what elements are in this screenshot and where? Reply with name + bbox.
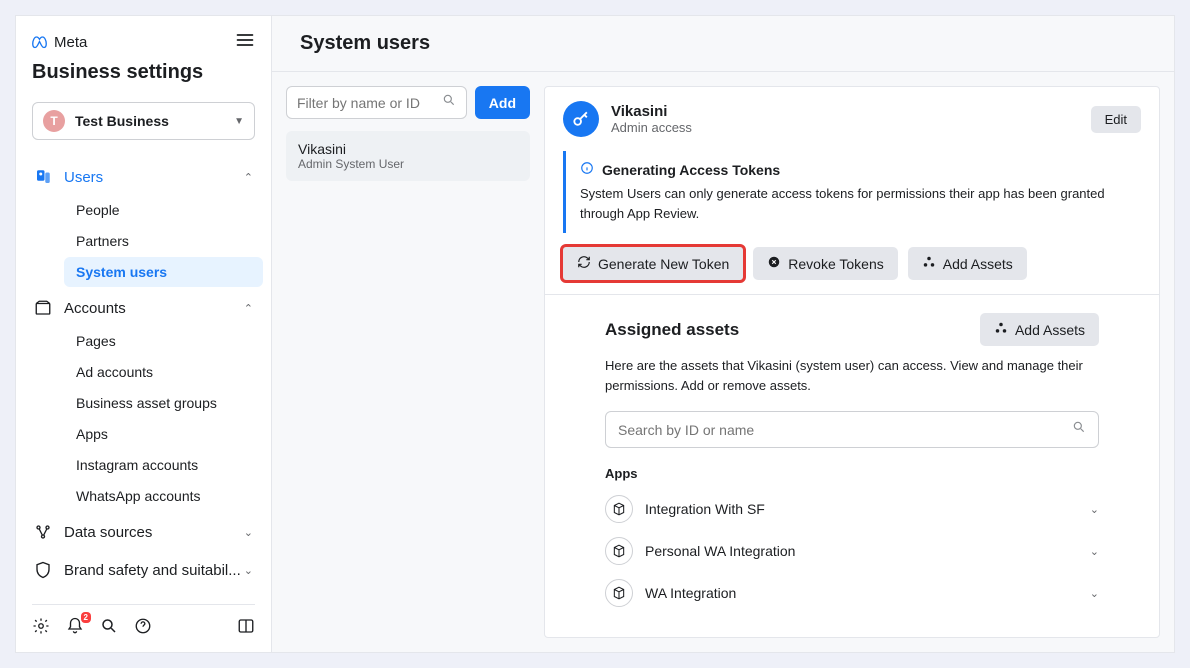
- hamburger-menu-icon[interactable]: [235, 30, 255, 55]
- users-icon: [34, 168, 52, 186]
- app-frame: Meta Business settings T Test Business ▼: [15, 15, 1175, 653]
- add-assets-button-2[interactable]: Add Assets: [980, 313, 1099, 346]
- bell-icon[interactable]: 2: [66, 617, 84, 640]
- info-icon: [580, 161, 594, 178]
- chevron-down-icon: ⌄: [1090, 503, 1099, 516]
- gear-icon[interactable]: [32, 617, 50, 640]
- page-title: System users: [272, 16, 1174, 72]
- business-selector[interactable]: T Test Business ▼: [32, 102, 255, 140]
- nav-label: Users: [64, 169, 103, 186]
- assets-icon: [994, 321, 1008, 338]
- nav-section-brand-safety[interactable]: Brand safety and suitabil... ⌄: [24, 553, 263, 587]
- detail-user-name: Vikasini: [611, 103, 692, 120]
- refresh-icon: [577, 255, 591, 272]
- nav-item-partners[interactable]: Partners: [64, 226, 263, 256]
- user-role: Admin System User: [298, 157, 518, 171]
- info-text: System Users can only generate access to…: [580, 184, 1127, 223]
- asset-name: Integration With SF: [645, 501, 765, 517]
- generate-token-button[interactable]: Generate New Token: [563, 247, 743, 280]
- nav-section-users[interactable]: Users ⌃: [24, 160, 263, 194]
- notification-badge: 2: [81, 612, 91, 623]
- data-sources-icon: [34, 523, 52, 541]
- nav-item-apps[interactable]: Apps: [64, 419, 263, 449]
- chevron-up-icon: ⌃: [244, 302, 253, 315]
- nav-item-whatsapp[interactable]: WhatsApp accounts: [64, 481, 263, 511]
- chevron-up-icon: ⌃: [244, 171, 253, 184]
- close-circle-icon: [767, 255, 781, 272]
- chevron-down-icon: ⌄: [244, 526, 253, 539]
- meta-logo: Meta: [32, 34, 87, 52]
- caret-down-icon: ▼: [234, 116, 244, 127]
- asset-row[interactable]: Integration With SF ⌄: [605, 495, 1099, 523]
- asset-name: Personal WA Integration: [645, 543, 795, 559]
- assets-icon: [922, 255, 936, 272]
- key-icon: [563, 101, 599, 137]
- nav-item-system-users[interactable]: System users: [64, 257, 263, 287]
- sidebar-title: Business settings: [32, 61, 255, 84]
- cube-icon: [605, 495, 633, 523]
- asset-search-wrapper[interactable]: [605, 411, 1099, 448]
- shield-icon: [34, 561, 52, 579]
- cube-icon: [605, 579, 633, 607]
- button-label: Add Assets: [943, 256, 1013, 272]
- assigned-title: Assigned assets: [605, 320, 739, 340]
- business-avatar: T: [43, 110, 65, 132]
- asset-name: WA Integration: [645, 585, 736, 601]
- main-content: System users Add Vikasini Admin System U…: [272, 16, 1174, 652]
- info-title: Generating Access Tokens: [602, 162, 780, 178]
- asset-row[interactable]: WA Integration ⌄: [605, 579, 1099, 607]
- filter-input[interactable]: [297, 95, 442, 111]
- sidebar: Meta Business settings T Test Business ▼: [16, 16, 272, 652]
- nav-section-registrations[interactable]: Registrations ⌄: [24, 591, 263, 594]
- nav-label: Brand safety and suitabil...: [64, 562, 241, 579]
- revoke-tokens-button[interactable]: Revoke Tokens: [753, 247, 897, 280]
- detail-user-role: Admin access: [611, 120, 692, 135]
- add-user-button[interactable]: Add: [475, 86, 530, 119]
- nav-item-asset-groups[interactable]: Business asset groups: [64, 388, 263, 418]
- chevron-down-icon: ⌄: [244, 564, 253, 577]
- add-assets-button[interactable]: Add Assets: [908, 247, 1027, 280]
- help-icon[interactable]: [134, 617, 152, 640]
- assigned-section: Assigned assets Add Assets Here are the …: [545, 295, 1159, 627]
- chevron-down-icon: ⌄: [1090, 587, 1099, 600]
- assigned-description: Here are the assets that Vikasini (syste…: [605, 356, 1099, 395]
- search-icon[interactable]: [100, 617, 118, 640]
- chevron-down-icon: ⌄: [1090, 545, 1099, 558]
- user-name: Vikasini: [298, 141, 518, 157]
- info-box: Generating Access Tokens System Users ca…: [563, 151, 1141, 233]
- button-label: Add Assets: [1015, 322, 1085, 338]
- sidebar-header: Meta Business settings: [16, 16, 271, 92]
- assets-group-label: Apps: [605, 466, 1099, 481]
- detail-panel: Vikasini Admin access Edit Generating Ac…: [544, 86, 1160, 638]
- nav: Users ⌃ People Partners System users: [16, 140, 271, 594]
- asset-row[interactable]: Personal WA Integration ⌄: [605, 537, 1099, 565]
- search-icon: [442, 93, 456, 112]
- nav-section-data-sources[interactable]: Data sources ⌄: [24, 515, 263, 549]
- panel-toggle-icon[interactable]: [237, 617, 255, 640]
- cube-icon: [605, 537, 633, 565]
- nav-label: Data sources: [64, 524, 152, 541]
- nav-item-people[interactable]: People: [64, 195, 263, 225]
- asset-search-input[interactable]: [618, 422, 1072, 438]
- user-list-column: Add Vikasini Admin System User: [286, 86, 530, 638]
- edit-button[interactable]: Edit: [1091, 106, 1141, 133]
- nav-item-instagram[interactable]: Instagram accounts: [64, 450, 263, 480]
- button-label: Generate New Token: [598, 256, 729, 272]
- search-icon: [1072, 420, 1086, 439]
- nav-label: Accounts: [64, 300, 126, 317]
- bottom-toolbar: 2: [32, 604, 255, 652]
- brand-name: Meta: [54, 34, 87, 51]
- accounts-icon: [34, 299, 52, 317]
- nav-item-pages[interactable]: Pages: [64, 326, 263, 356]
- nav-section-accounts[interactable]: Accounts ⌃: [24, 291, 263, 325]
- business-name: Test Business: [75, 113, 169, 129]
- user-list-item[interactable]: Vikasini Admin System User: [286, 131, 530, 181]
- button-label: Revoke Tokens: [788, 256, 883, 272]
- filter-input-wrapper[interactable]: [286, 86, 467, 119]
- nav-item-ad-accounts[interactable]: Ad accounts: [64, 357, 263, 387]
